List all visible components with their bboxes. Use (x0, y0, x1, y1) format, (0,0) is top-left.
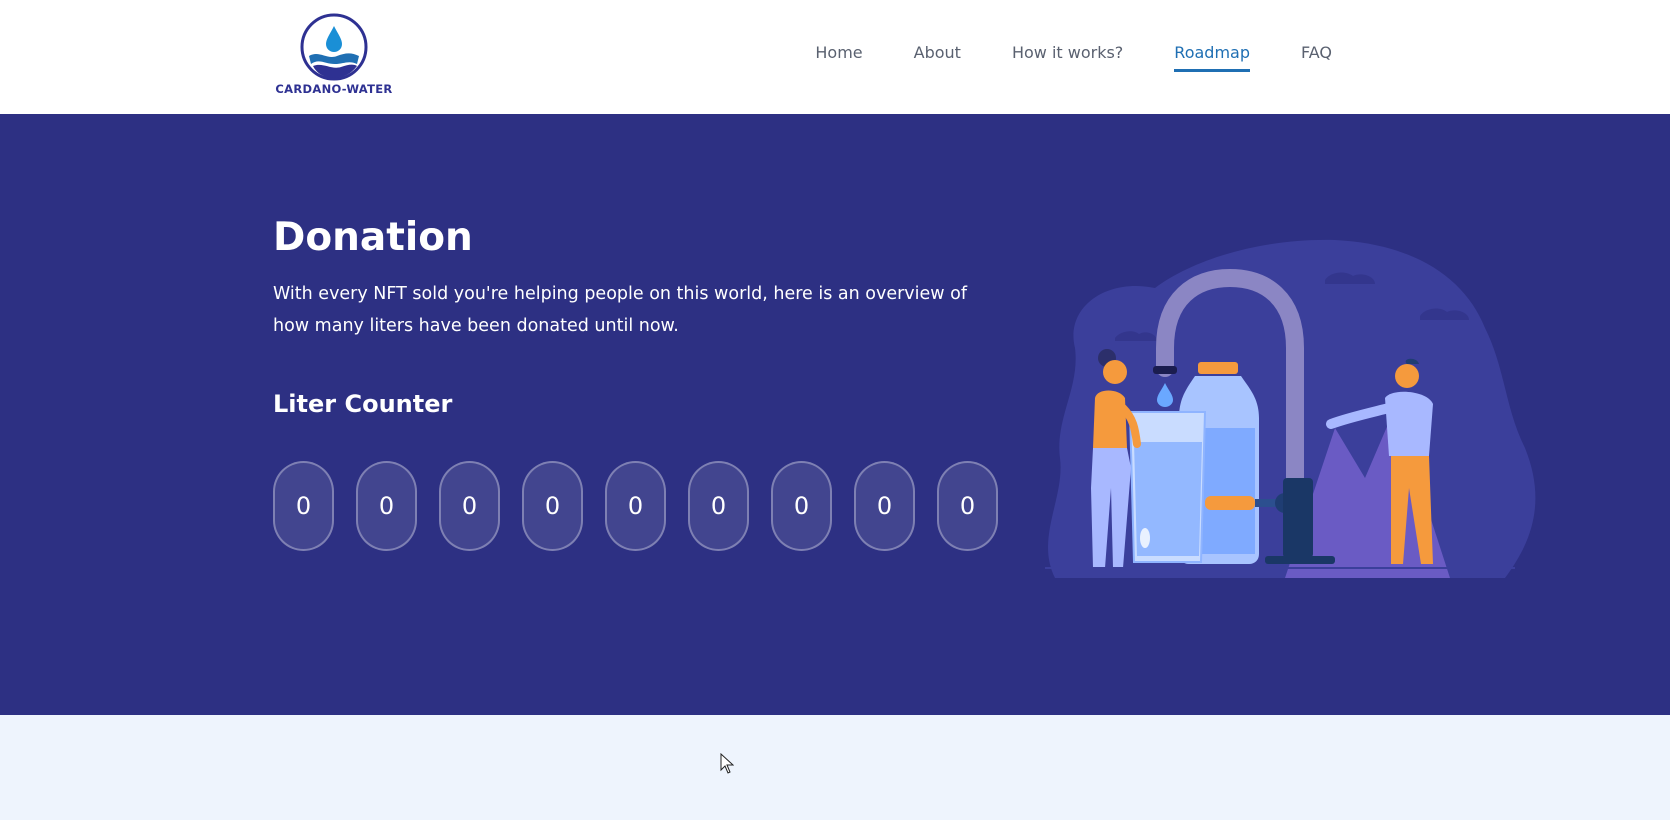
brand-name: CARDANO-WATER (275, 82, 393, 96)
site-header: CARDANO-WATER Home About How it works? R… (0, 0, 1670, 114)
counter-digit: 0 (937, 461, 998, 551)
counter-digit: 0 (854, 461, 915, 551)
water-donation-illustration (1045, 239, 1536, 578)
liter-counter: 0 0 0 0 0 0 0 0 0 (273, 461, 1020, 551)
nav-roadmap[interactable]: Roadmap (1174, 43, 1250, 72)
counter-digit: 0 (356, 461, 417, 551)
counter-digit: 0 (522, 461, 583, 551)
counter-digit: 0 (273, 461, 334, 551)
nav-how-it-works[interactable]: How it works? (1012, 43, 1123, 72)
donation-section: Donation With every NFT sold you're help… (0, 114, 1670, 715)
counter-digit: 0 (605, 461, 666, 551)
counter-digit: 0 (439, 461, 500, 551)
brand-logo[interactable]: CARDANO-WATER (272, 12, 396, 98)
counter-title: Liter Counter (273, 390, 453, 418)
main-nav: Home About How it works? Roadmap FAQ (764, 43, 1332, 72)
counter-digit: 0 (688, 461, 749, 551)
counter-digit: 0 (771, 461, 832, 551)
section-title: Donation (273, 215, 473, 260)
nav-faq[interactable]: FAQ (1301, 43, 1332, 72)
nav-about[interactable]: About (914, 43, 961, 72)
mouse-pointer-icon (720, 753, 734, 774)
nav-home[interactable]: Home (815, 43, 862, 72)
water-drop-logo-icon (300, 13, 368, 81)
section-description: With every NFT sold you're helping peopl… (273, 284, 968, 336)
